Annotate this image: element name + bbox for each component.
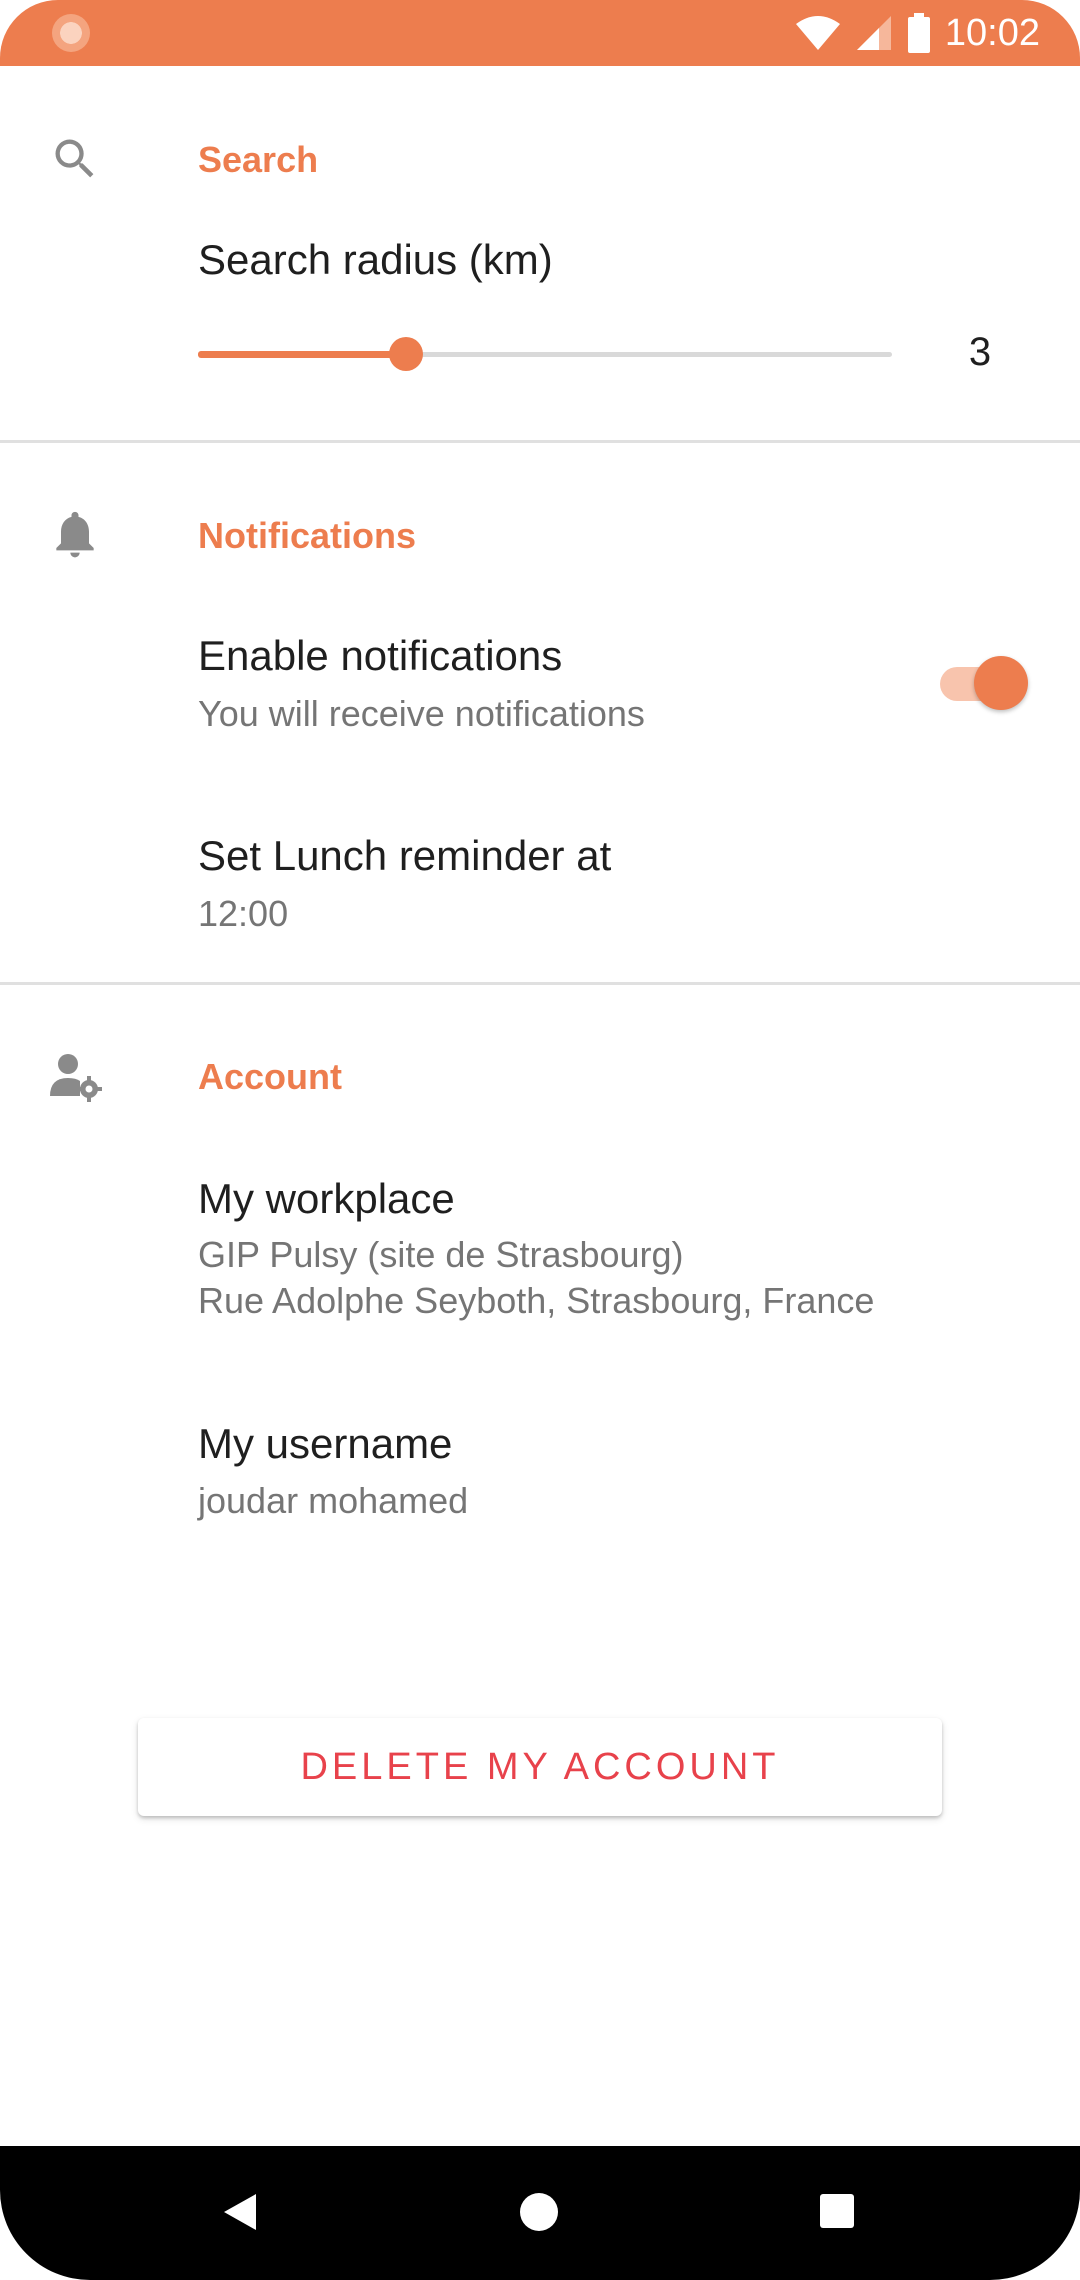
section-divider — [0, 440, 1080, 443]
bell-icon — [46, 505, 104, 563]
account-settings-icon — [46, 1048, 104, 1106]
back-icon[interactable] — [224, 2194, 256, 2230]
signal-icon — [856, 16, 891, 50]
enable-notifications-title: Enable notifications — [198, 632, 563, 679]
section-divider — [0, 982, 1080, 985]
settings-screen: 10:02 Search Search radius (km) 3 Notifi… — [0, 0, 1080, 2280]
status-bar: 10:02 — [0, 0, 1080, 66]
username-value: joudar mohamed — [198, 1480, 469, 1521]
search-section-title: Search — [198, 139, 319, 180]
status-time: 10:02 — [944, 11, 1040, 54]
wifi-icon — [795, 16, 840, 50]
search-radius-value: 3 — [968, 330, 992, 374]
search-icon — [46, 130, 104, 188]
status-icons: 10:02 — [795, 8, 1040, 58]
navigation-bar — [0, 2146, 1080, 2280]
delete-account-button[interactable]: DELETE MY ACCOUNT — [138, 1718, 942, 1816]
slider-fill — [198, 351, 406, 358]
home-icon[interactable] — [520, 2193, 558, 2231]
workplace-title: My workplace — [198, 1175, 455, 1222]
search-radius-slider[interactable] — [198, 336, 892, 372]
search-radius-label: Search radius (km) — [198, 236, 553, 283]
account-section-title: Account — [198, 1056, 342, 1097]
enable-notifications-subtitle: You will receive notifications — [198, 693, 645, 734]
recents-icon[interactable] — [820, 2194, 854, 2228]
workplace-address: Rue Adolphe Seyboth, Strasbourg, France — [198, 1280, 875, 1321]
notifications-toggle[interactable] — [936, 653, 1028, 710]
username-title: My username — [198, 1420, 453, 1467]
workplace-name: GIP Pulsy (site de Strasbourg) — [198, 1234, 684, 1275]
toggle-thumb — [974, 656, 1028, 710]
app-notification-icon — [52, 14, 90, 52]
lunch-reminder-value: 12:00 — [198, 893, 289, 934]
battery-icon — [907, 13, 930, 53]
notifications-section-title: Notifications — [198, 515, 417, 556]
slider-thumb[interactable] — [389, 337, 423, 371]
lunch-reminder-title: Set Lunch reminder at — [198, 832, 612, 879]
